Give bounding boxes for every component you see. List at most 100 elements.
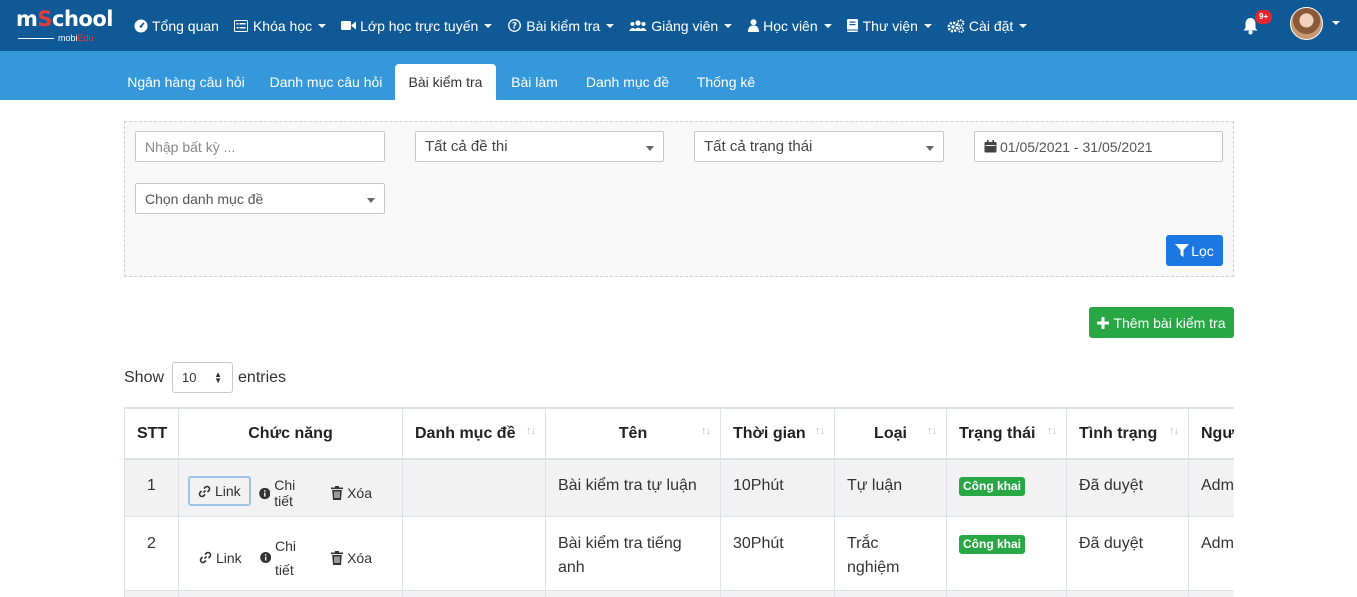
cell-type: Trắc nghiệm <box>834 515 947 591</box>
cell-type: Tự luận <box>834 458 947 517</box>
col-header-category[interactable]: Danh mục đề ↑↓ <box>402 407 546 460</box>
svg-text:?: ? <box>512 22 517 32</box>
sort-icon: ↑↓ <box>815 425 825 437</box>
chevron-down-icon <box>606 23 615 28</box>
detail-label: Chi tiết <box>275 537 297 578</box>
table-row: 2 Link Chi tiết Xóa Bài kiểm tra tiếng a… <box>124 515 1234 591</box>
mschool-logo[interactable]: mSchool mobiEdu <box>16 7 114 43</box>
dropdown-arrow-icon <box>367 198 375 203</box>
nav-item-online-class[interactable]: Lớp học trực tuyến <box>341 18 493 34</box>
top-navbar: mSchool mobiEdu Tổng quan Khóa học Lớp h… <box>0 0 1357 51</box>
cell-state: Đã duyệt <box>1066 515 1189 591</box>
dropdown-arrow-icon <box>926 146 934 151</box>
cell-category <box>402 458 546 517</box>
col-header-actions: Chức năng <box>178 407 403 460</box>
search-input[interactable] <box>135 131 385 162</box>
chevron-down-icon <box>823 23 832 28</box>
cogs-icon <box>947 18 965 33</box>
add-test-label: Thêm bài kiểm tra <box>1113 314 1226 331</box>
tab-question-bank[interactable]: Ngân hàng câu hỏi <box>116 64 256 100</box>
detail-button[interactable]: Chi tiết <box>258 477 313 509</box>
detail-button[interactable]: Chi tiết <box>259 534 313 582</box>
col-header-name[interactable]: Tên ↑↓ <box>545 407 721 460</box>
search-input-field[interactable] <box>145 138 384 155</box>
tab-question-category[interactable]: Danh mục câu hỏi <box>259 64 393 100</box>
tab-tests[interactable]: Bài kiểm tra <box>395 64 496 100</box>
chevron-down-icon <box>484 23 493 28</box>
status-badge: Công khai <box>959 534 1026 554</box>
link-icon <box>198 485 211 497</box>
col-header-creator[interactable]: Người tạo <box>1188 407 1234 460</box>
list-icon <box>234 19 249 33</box>
nav-item-courses[interactable]: Khóa học <box>234 18 327 34</box>
chevron-down-icon <box>318 23 327 28</box>
date-range-picker[interactable]: 01/05/2021 - 31/05/2021 <box>974 131 1223 162</box>
sub-nav: Ngân hàng câu hỏi Danh mục câu hỏi Bài k… <box>0 51 1357 100</box>
entries-control: Show 10 ▲ ▼ entries <box>124 362 286 393</box>
cell-actions: Link Chi tiết Xóa <box>178 458 403 517</box>
nav-label: Giảng viên <box>651 17 719 34</box>
status-badge: Công khai <box>959 477 1026 496</box>
trash-icon <box>331 550 344 565</box>
video-icon <box>341 19 357 33</box>
filter-button-label: Lọc <box>1191 242 1214 259</box>
users-icon <box>629 19 648 33</box>
tab-submissions[interactable]: Bài làm <box>500 64 569 100</box>
filter-icon <box>1175 244 1190 257</box>
link-button[interactable]: Link <box>188 476 251 506</box>
table-header-row: STT Chức năng Danh mục đề ↑↓ Tên ↑↓ Thời g… <box>124 407 1234 460</box>
tab-exam-category[interactable]: Danh mục đề <box>574 64 681 100</box>
link-icon <box>199 551 212 564</box>
add-test-button[interactable]: Thêm bài kiểm tra <box>1089 307 1234 338</box>
avatar[interactable] <box>1290 7 1323 40</box>
sort-icon: ↑↓ <box>1169 425 1179 437</box>
updown-arrow-icon: ▲ ▼ <box>214 370 223 385</box>
cell-status: Công khai <box>946 458 1067 517</box>
nav-item-tests[interactable]: ? Bài kiểm tra <box>507 17 615 34</box>
nav-item-students[interactable]: Học viên <box>747 17 832 34</box>
sort-icon: ↑↓ <box>927 425 937 437</box>
notification-badge: 9+ <box>1255 10 1273 24</box>
delete-label: Xóa <box>347 549 372 566</box>
nav-label: Tổng quan <box>152 17 219 34</box>
cell-time: 30Phút <box>720 515 835 591</box>
logo-subtitle: mobiEdu <box>18 33 94 43</box>
chevron-down-icon <box>923 23 932 28</box>
sort-icon: ↑↓ <box>701 425 711 437</box>
nav-item-teachers[interactable]: Giảng viên <box>629 17 733 34</box>
main-nav: Tổng quan Khóa học Lớp học trực tuyến ? … <box>133 0 1042 51</box>
status-select[interactable]: Tất cả trạng thái <box>694 131 944 162</box>
chevron-down-icon[interactable] <box>1332 21 1340 25</box>
delete-button[interactable]: Xóa <box>331 485 372 501</box>
entries-select[interactable]: 10 ▲ ▼ <box>172 362 234 393</box>
cell-time: 10Phút <box>720 458 835 517</box>
nav-label: Bài kiểm tra <box>526 17 601 34</box>
delete-label: Xóa <box>347 485 372 501</box>
col-header-type[interactable]: Loại ↑↓ <box>834 407 947 460</box>
cell-creator: Admin <box>1188 515 1234 591</box>
nav-item-settings[interactable]: Cài đặt <box>947 18 1028 34</box>
cell-state: Đã duyệt <box>1066 458 1189 517</box>
logo-brand: mSchool <box>16 7 113 31</box>
nav-label: Học viên <box>763 17 818 34</box>
col-header-status[interactable]: Trạng thái ↑↓ <box>946 407 1067 460</box>
exam-select[interactable]: Tất cả đề thi <box>415 131 664 162</box>
sort-icon: ↑↓ <box>1047 425 1057 437</box>
cell-name: Bài kiểm tra tự luận <box>545 458 721 517</box>
plus-icon <box>1097 316 1110 329</box>
nav-item-library[interactable]: Thư viện <box>847 18 932 34</box>
col-header-stt[interactable]: STT <box>124 407 179 460</box>
nav-label: Thư viện <box>862 17 918 34</box>
tab-statistics[interactable]: Thống kê <box>688 64 764 100</box>
entries-select-value: 10 <box>182 370 197 385</box>
category-select[interactable]: Chọn danh mục đề <box>135 183 385 214</box>
tests-table-wrapper: STT Chức năng Danh mục đề ↑↓ Tên ↑↓ Thời g… <box>124 407 1234 597</box>
link-button[interactable]: Link <box>199 546 242 570</box>
cell-creator: Admin <box>1188 458 1234 517</box>
chevron-down-icon <box>724 23 733 28</box>
col-header-state[interactable]: Tình trạng ↑↓ <box>1066 407 1189 460</box>
delete-button[interactable]: Xóa <box>331 546 372 570</box>
nav-item-overview[interactable]: Tổng quan <box>133 18 219 34</box>
col-header-time[interactable]: Thời gian ↑↓ <box>720 407 835 460</box>
filter-button[interactable]: Lọc <box>1166 235 1223 266</box>
